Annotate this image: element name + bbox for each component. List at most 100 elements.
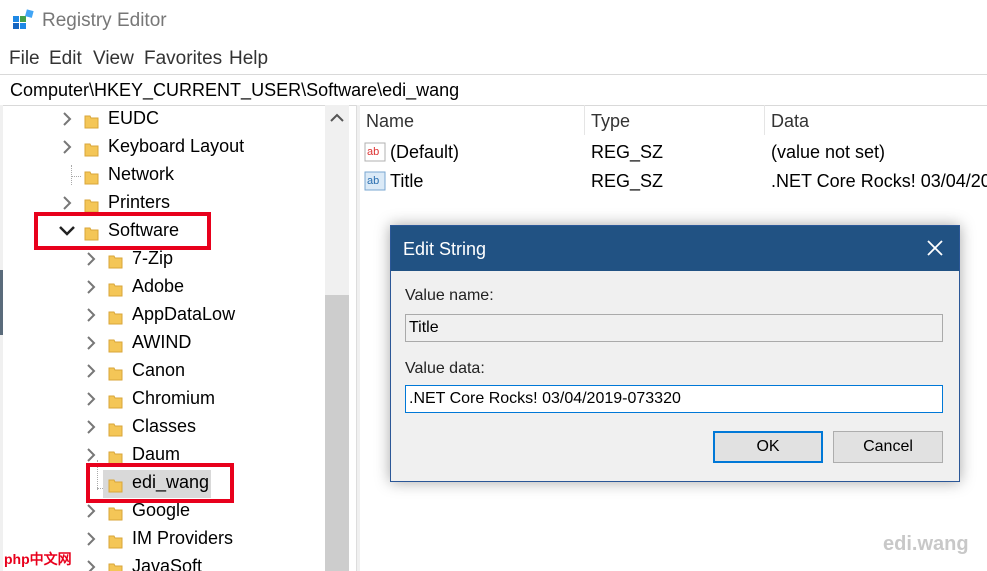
- chevron-right-icon[interactable]: [84, 278, 98, 296]
- tree-item-label: Daum: [132, 444, 181, 464]
- value-data: .NET Core Rocks! 03/04/2019-073320: [771, 171, 987, 191]
- value-data-label: Value data:: [405, 360, 485, 377]
- ok-button[interactable]: OK: [713, 431, 823, 463]
- folder-icon: [108, 535, 123, 549]
- folder-icon: [84, 115, 99, 129]
- window-title: Registry Editor: [42, 10, 167, 31]
- key-tree[interactable]: EUDC Keyboard Layout Network Printers So…: [0, 105, 356, 571]
- tree-item-adobe[interactable]: Adobe: [0, 274, 325, 302]
- svg-text:ab: ab: [367, 146, 379, 158]
- menu-favorites[interactable]: Favorites: [144, 48, 222, 70]
- address-path[interactable]: Computer\HKEY_CURRENT_USER\Software\edi_…: [10, 80, 459, 101]
- value-name: (Default): [390, 142, 460, 162]
- tree-item-7-zip[interactable]: 7-Zip: [0, 246, 325, 274]
- tree-item-label: Classes: [132, 416, 197, 436]
- tree-scrollbar[interactable]: [325, 105, 349, 571]
- menu-edit[interactable]: Edit: [49, 48, 82, 70]
- column-header-data[interactable]: Data: [771, 111, 809, 132]
- tree-item-label: JavaSoft: [132, 556, 203, 571]
- tree-item-classes[interactable]: Classes: [0, 414, 325, 442]
- tree-item-canon[interactable]: Canon: [0, 358, 325, 386]
- edit-string-dialog: Edit String Value name: Value data: OK C…: [390, 225, 960, 482]
- string-value-icon: ab: [364, 142, 386, 162]
- scroll-thumb[interactable]: [325, 295, 349, 571]
- chevron-right-icon[interactable]: [84, 446, 98, 464]
- folder-icon: [108, 311, 123, 325]
- chevron-right-icon[interactable]: [84, 362, 98, 380]
- folder-icon: [108, 255, 123, 269]
- folder-icon: [84, 199, 99, 213]
- tree-item-label: Google: [132, 500, 191, 520]
- close-icon[interactable]: [925, 238, 945, 258]
- tree-item-label: Printers: [108, 192, 171, 212]
- folder-icon: [84, 171, 99, 185]
- value-name: Title: [390, 171, 424, 191]
- folder-icon: [108, 367, 123, 381]
- tree-item-label: Chromium: [132, 388, 216, 408]
- column-separator[interactable]: [764, 105, 765, 135]
- tree-item-label: Canon: [132, 360, 186, 380]
- annotation-box-edi-wang: [86, 463, 234, 503]
- site-logo: php中文网: [0, 548, 84, 571]
- title-bar: Registry Editor: [0, 0, 987, 44]
- tree-item-awind[interactable]: AWIND: [0, 330, 325, 358]
- folder-icon: [84, 143, 99, 157]
- chevron-right-icon[interactable]: [84, 306, 98, 324]
- annotation-box-software: [34, 212, 211, 250]
- value-name-label: Value name:: [405, 287, 494, 304]
- chevron-right-icon[interactable]: [60, 194, 74, 212]
- svg-text:ab: ab: [367, 175, 379, 187]
- folder-icon: [108, 395, 123, 409]
- value-type: REG_SZ: [591, 171, 664, 191]
- folder-icon: [108, 339, 123, 353]
- value-data-field[interactable]: [405, 385, 943, 413]
- value-row-default[interactable]: ab (Default) REG_SZ (value not set): [360, 138, 987, 167]
- value-name-field[interactable]: [405, 314, 943, 342]
- tree-item-label: Adobe: [132, 276, 185, 296]
- column-separator[interactable]: [584, 105, 585, 135]
- menu-help[interactable]: Help: [229, 48, 268, 70]
- cancel-button[interactable]: Cancel: [833, 431, 943, 463]
- tree-item-label: AppDataLow: [132, 304, 236, 324]
- tree-item-chromium[interactable]: Chromium: [0, 386, 325, 414]
- address-bar[interactable]: Computer\HKEY_CURRENT_USER\Software\edi_…: [0, 74, 987, 106]
- chevron-right-icon[interactable]: [84, 334, 98, 352]
- chevron-right-icon[interactable]: [60, 138, 74, 156]
- chevron-right-icon[interactable]: [84, 502, 98, 520]
- tree-item-appdatalow[interactable]: AppDataLow: [0, 302, 325, 330]
- tree-item-label: AWIND: [132, 332, 192, 352]
- value-row-title[interactable]: ab Title REG_SZ .NET Core Rocks! 03/04/2…: [360, 167, 987, 196]
- tree-item-label: Keyboard Layout: [108, 136, 245, 156]
- folder-icon: [108, 507, 123, 521]
- column-header-type[interactable]: Type: [591, 111, 630, 132]
- tree-item-network[interactable]: Network: [0, 162, 325, 190]
- value-data: (value not set): [771, 142, 886, 162]
- registry-editor-icon: [13, 9, 34, 29]
- folder-icon: [108, 283, 123, 297]
- tree-item-keyboard-layout[interactable]: Keyboard Layout: [0, 134, 325, 162]
- scroll-up-icon[interactable]: [330, 113, 344, 123]
- chevron-right-icon[interactable]: [84, 250, 98, 268]
- value-type: REG_SZ: [591, 142, 664, 162]
- tree-item-eudc[interactable]: EUDC: [0, 106, 325, 134]
- tree-item-label: 7-Zip: [132, 248, 174, 268]
- chevron-right-icon[interactable]: [84, 558, 98, 571]
- menu-view[interactable]: View: [93, 48, 134, 70]
- tree-item-label: Network: [108, 164, 175, 184]
- chevron-right-icon[interactable]: [84, 390, 98, 408]
- folder-icon: [108, 563, 123, 571]
- chevron-right-icon[interactable]: [84, 530, 98, 548]
- tree-item-label: IM Providers: [132, 528, 234, 548]
- dialog-title: Edit String: [403, 239, 487, 259]
- string-value-icon: ab: [364, 171, 386, 191]
- dialog-title-bar[interactable]: Edit String: [391, 226, 959, 271]
- watermark: edi.wang: [883, 533, 969, 555]
- column-header-name[interactable]: Name: [366, 111, 414, 132]
- folder-icon: [108, 423, 123, 437]
- menu-file[interactable]: File: [9, 48, 40, 70]
- tree-item-label: EUDC: [108, 108, 160, 128]
- chevron-right-icon[interactable]: [84, 418, 98, 436]
- site-logo-text: php中文网: [4, 551, 72, 567]
- chevron-right-icon[interactable]: [60, 110, 74, 128]
- menu-bar: File Edit View Favorites Help: [0, 44, 987, 74]
